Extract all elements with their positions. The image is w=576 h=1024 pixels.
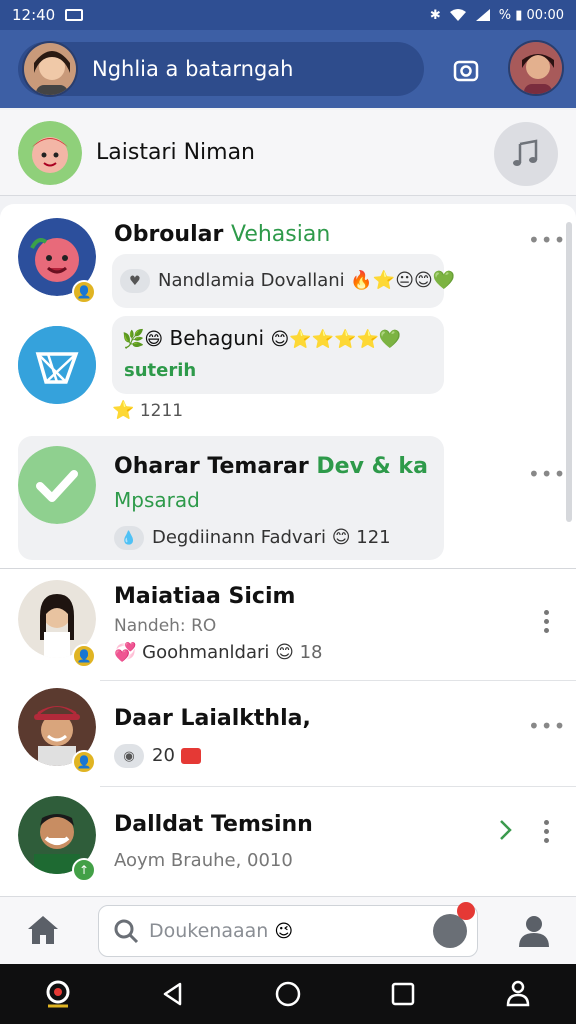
circle-home-icon	[275, 981, 301, 1007]
conversation-row[interactable]: 👤 Maiatiaa Sicim Nandeh: RO 💞 Goohmanlda…	[0, 570, 576, 680]
status-badge: 👤	[72, 280, 96, 304]
more-options-icon[interactable]: •••	[528, 462, 566, 486]
home-nav-button[interactable]	[268, 974, 308, 1014]
status-icons: ✱ % ▮ 00:00	[430, 8, 564, 23]
search-icon	[114, 919, 139, 944]
status-time: 12:40	[12, 6, 56, 24]
recents-button[interactable]	[383, 974, 423, 1014]
status-badge: ↑	[72, 858, 96, 882]
image-notification-icon	[65, 9, 84, 21]
smile-emoji: 😊	[331, 527, 351, 548]
contact-name: Obroular Vehasian	[114, 222, 331, 247]
camera-icon	[453, 60, 479, 82]
user-avatar[interactable]	[22, 41, 78, 97]
more-options-icon[interactable]	[544, 820, 550, 847]
status-bar: 12:40 ✱ % ▮ 00:00	[0, 0, 576, 30]
conversation-row[interactable]: ↑ Dalldat Temsinn Aoym Brauhe, 0010	[0, 788, 576, 894]
contact-name: Dalldat Temsinn	[114, 812, 313, 837]
profile-avatar[interactable]	[508, 40, 564, 96]
smile-emoji: 😉	[274, 920, 294, 942]
conversation-row[interactable]: 👤 Daar Laialkthla, ◉ 20 •••	[0, 682, 576, 786]
contact-avatar	[18, 446, 96, 524]
message-bubble[interactable]: 🌿😄 Behaguni 😊⭐⭐⭐⭐💚 suterih	[112, 316, 444, 394]
accessibility-button[interactable]	[498, 974, 538, 1014]
message-bubble[interactable]: ♥ Nandlamia Dovallani 🔥⭐😐😊💚	[112, 254, 455, 308]
recents-icon	[391, 982, 415, 1006]
status-badge: 👤	[72, 750, 96, 774]
message-meta: ◉ 20	[114, 744, 201, 768]
reaction-emojis: 🔥⭐😐😊💚	[350, 270, 456, 291]
bottom-bar: Doukenaaan 😉	[0, 896, 576, 964]
conversation-row[interactable]: 👤 Obroular Vehasian ••• ♥ Nandlamia Doval…	[0, 204, 576, 316]
message-subtitle: Mpsarad	[114, 488, 200, 512]
system-nav-bar	[0, 964, 576, 1024]
back-icon	[163, 982, 182, 1006]
camera-mini-icon: ◉	[114, 744, 144, 768]
status-badge: 👤	[72, 644, 96, 668]
music-note-icon	[513, 139, 538, 166]
more-options-icon[interactable]	[544, 610, 550, 637]
reaction-emojis: 😊⭐⭐⭐⭐💚	[270, 329, 402, 350]
people-icon: 💞	[114, 642, 137, 663]
assistant-icon	[46, 980, 70, 1008]
bluetooth-icon: ✱	[429, 7, 441, 23]
back-button[interactable]	[153, 974, 193, 1014]
header-title-pill[interactable]: Nghlia a batarngah	[18, 41, 424, 97]
wifi-icon	[449, 9, 466, 21]
notification-badge	[457, 902, 475, 920]
more-options-icon[interactable]: •••	[528, 714, 566, 738]
message-preview-line: 💞 Goohmanldari 😊 18	[114, 642, 323, 663]
more-options-icon[interactable]: •••	[528, 228, 566, 252]
profile-name: Laistari Niman	[96, 140, 255, 165]
message-preview-line: 💧 Degdiinann Fadvari 😊 121	[114, 526, 391, 550]
star-icon: ⭐	[112, 400, 135, 421]
signal-icon	[475, 9, 490, 21]
profile-icon[interactable]	[516, 913, 552, 949]
profile-mascot-avatar	[18, 120, 82, 185]
drops-icon: 💧	[114, 526, 144, 550]
message-subtitle: suterih	[124, 360, 197, 381]
message-preview: Nandlamia Dovallani	[158, 270, 345, 291]
contact-name: Maiatiaa Sicim	[114, 584, 296, 609]
contact-subtitle: Aoym Brauhe, 0010	[114, 850, 293, 871]
conversation-row[interactable]: 🌿😄 Behaguni 😊⭐⭐⭐⭐💚 suterih ⭐ 1211	[0, 316, 576, 434]
row-divider	[100, 680, 576, 681]
section-divider	[0, 568, 576, 569]
camera-button[interactable]	[446, 50, 486, 90]
home-icon[interactable]	[24, 913, 62, 947]
accessibility-icon	[507, 980, 530, 1007]
header-title: Nghlia a batarngah	[92, 57, 294, 81]
leaf-emoji: 🌿😄	[122, 329, 164, 350]
search-placeholder: Doukenaaan	[149, 920, 269, 942]
message-meta: ⭐ 1211	[112, 400, 184, 421]
message-title: Behaguni	[169, 326, 265, 350]
message-icon	[180, 748, 201, 764]
conversation-list: 👤 Obroular Vehasian ••• ♥ Nandlamia Doval…	[0, 204, 576, 896]
profile-strip[interactable]: Laistari Niman	[0, 110, 576, 196]
contact-avatar	[18, 326, 96, 404]
music-button[interactable]	[494, 122, 558, 186]
smile-emoji: 😊	[275, 642, 294, 663]
app-header: Nghlia a batarngah	[0, 30, 576, 108]
row-divider	[100, 786, 576, 787]
status-right-text: % ▮ 00:00	[498, 7, 564, 23]
chevron-right-icon[interactable]	[498, 818, 514, 842]
contact-name: Oharar Temarar Dev & ka	[114, 454, 428, 479]
contact-name: Daar Laialkthla,	[114, 706, 311, 731]
heart-icon: ♥	[120, 269, 150, 293]
contact-subtitle: Nandeh: RO	[114, 616, 217, 636]
assistant-button[interactable]	[38, 974, 78, 1014]
bottom-search-field[interactable]: Doukenaaan 😉	[98, 902, 478, 957]
conversation-row[interactable]: Oharar Temarar Dev & ka Mpsarad 💧 Degdiin…	[0, 436, 576, 562]
